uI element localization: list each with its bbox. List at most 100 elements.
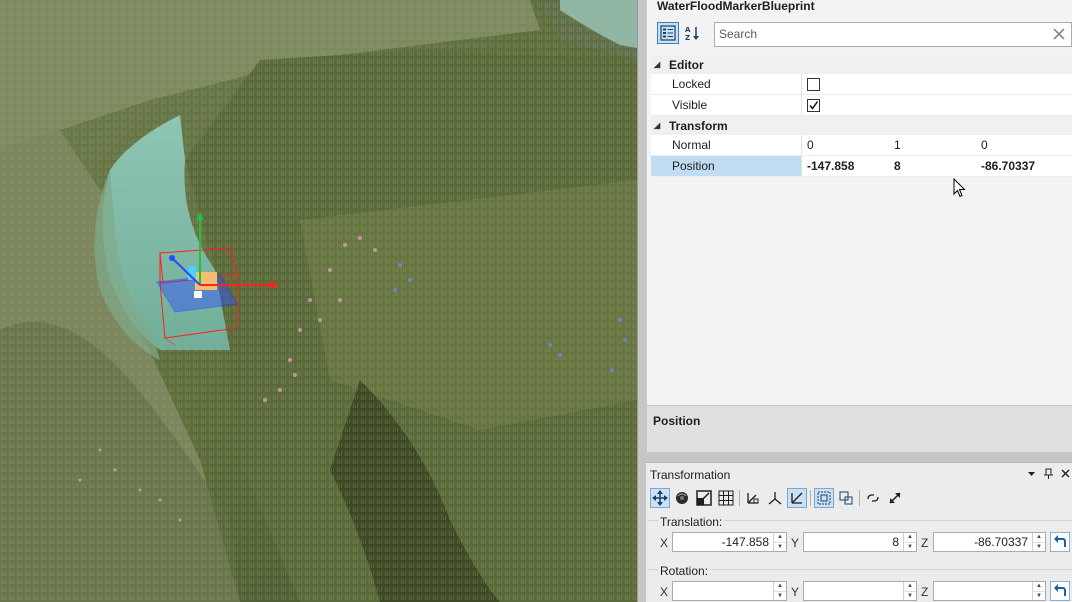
reset-translation-button[interactable]: [1050, 532, 1070, 552]
transformation-toolbar: [646, 486, 1072, 510]
y-axis-label: Y: [791, 536, 800, 550]
pivot-center-button[interactable]: [814, 488, 834, 508]
translation-label: Translation:: [658, 515, 725, 529]
view-axis-button[interactable]: [787, 488, 807, 508]
pivot-object-button[interactable]: [836, 488, 856, 508]
spin-up-icon[interactable]: ▲: [904, 582, 916, 592]
world-axis-button[interactable]: [765, 488, 785, 508]
description-title: Position: [653, 414, 701, 428]
scene-viewport[interactable]: [0, 0, 637, 602]
move-icon: [652, 490, 668, 506]
position-x-value[interactable]: -147.858: [807, 159, 894, 173]
scale-tool-button[interactable]: [694, 488, 714, 508]
rotation-y-value: [804, 582, 903, 600]
normal-y-value[interactable]: 1: [894, 138, 981, 152]
rotation-label: Rotation:: [658, 564, 711, 578]
move-tool-button[interactable]: [650, 488, 670, 508]
close-icon[interactable]: [1059, 467, 1072, 480]
rotation-x-input[interactable]: ▲ ▼: [672, 581, 787, 601]
reset-icon: [1054, 584, 1066, 596]
visible-checkbox[interactable]: [807, 98, 820, 112]
spin-down-icon[interactable]: ▼: [1033, 592, 1045, 601]
categorized-view-button[interactable]: [657, 22, 679, 44]
property-name: Position: [651, 156, 802, 176]
spin-down-icon[interactable]: ▼: [774, 543, 786, 552]
z-axis-label: Z: [921, 536, 929, 550]
translation-x-value: -147.858: [721, 535, 769, 549]
scene-render: [0, 0, 637, 602]
spin-up-icon[interactable]: ▲: [774, 582, 786, 592]
expand-icon: [889, 492, 901, 504]
rotate-tool-button[interactable]: [672, 488, 692, 508]
category-transform[interactable]: ◢ Transform: [651, 116, 1072, 135]
normal-z-value[interactable]: 0: [981, 138, 1068, 152]
link-button[interactable]: [863, 488, 883, 508]
rotation-x-value: [673, 582, 773, 600]
grid-snap-button[interactable]: [716, 488, 736, 508]
pivot-object-icon: [839, 491, 853, 505]
property-row-locked[interactable]: Locked: [651, 74, 1072, 95]
rotation-group: Rotation: X ▲ ▼ Y ▲ ▼ Z ▲ ▼: [648, 564, 1072, 602]
rotate-icon: [676, 492, 688, 504]
collapse-triangle-icon[interactable]: ◢: [651, 60, 663, 69]
clear-search-icon[interactable]: [1051, 26, 1067, 42]
rotation-z-value: [934, 582, 1032, 600]
translation-z-value: -86.70337: [973, 535, 1028, 549]
property-name: Normal: [651, 135, 802, 155]
alphabetical-sort-icon: A Z: [685, 26, 699, 41]
search-input[interactable]: [715, 23, 1035, 45]
spin-up-icon[interactable]: ▲: [774, 533, 786, 543]
reset-icon: [1054, 535, 1066, 547]
property-row-position[interactable]: Position -147.858 8 -86.70337: [651, 156, 1072, 177]
translation-x-input[interactable]: -147.858 ▲ ▼: [672, 532, 787, 552]
svg-text:A: A: [685, 26, 691, 34]
local-axis-icon: [747, 493, 759, 504]
scale-icon: [696, 490, 712, 506]
transformation-header: Transformation: [646, 463, 1072, 485]
category-editor[interactable]: ◢ Editor: [651, 55, 1072, 74]
properties-title: WaterFloodMarkerBlueprint: [657, 0, 815, 13]
translation-group: Translation: X -147.858 ▲ ▼ Y 8 ▲ ▼ Z -86.…: [648, 515, 1072, 568]
x-axis-label: X: [660, 536, 669, 550]
grid-snap-icon: [718, 490, 734, 506]
z-axis-label: Z: [921, 585, 929, 599]
spin-up-icon[interactable]: ▲: [904, 533, 916, 543]
cursor-icon: [953, 178, 966, 198]
spin-down-icon[interactable]: ▼: [774, 592, 786, 601]
svg-text:Z: Z: [685, 34, 690, 41]
collapse-triangle-icon[interactable]: ◢: [651, 121, 663, 130]
category-label: Editor: [669, 57, 704, 72]
spin-down-icon[interactable]: ▼: [904, 592, 916, 601]
search-box[interactable]: [714, 22, 1072, 47]
property-name: Locked: [651, 74, 802, 94]
property-row-normal[interactable]: Normal 0 1 0: [651, 135, 1072, 156]
expand-button[interactable]: [885, 488, 905, 508]
normal-x-value[interactable]: 0: [807, 138, 894, 152]
position-y-value[interactable]: 8: [894, 159, 981, 173]
locked-checkbox[interactable]: [807, 77, 820, 91]
reset-rotation-button[interactable]: [1050, 581, 1070, 601]
translation-z-input[interactable]: -86.70337 ▲ ▼: [933, 532, 1046, 552]
translation-y-input[interactable]: 8 ▲ ▼: [803, 532, 917, 552]
spin-up-icon[interactable]: ▲: [1033, 533, 1045, 543]
properties-toolbar: A Z: [647, 18, 1072, 50]
category-label: Transform: [669, 118, 728, 133]
transformation-panel: Transformation Translation: X -147.858 ▲…: [646, 462, 1072, 602]
spin-down-icon[interactable]: ▼: [904, 543, 916, 552]
rotation-z-input[interactable]: ▲ ▼: [933, 581, 1046, 601]
local-axis-button[interactable]: [743, 488, 763, 508]
spin-down-icon[interactable]: ▼: [1033, 543, 1045, 552]
right-dock: WaterFloodMarkerBlueprint A Z Search ◢ E…: [637, 0, 1072, 602]
alphabetical-sort-button[interactable]: A Z: [682, 22, 704, 44]
world-axis-icon: [768, 492, 782, 505]
position-z-value[interactable]: -86.70337: [981, 159, 1068, 173]
property-row-visible[interactable]: Visible: [651, 95, 1072, 116]
pin-icon[interactable]: [1042, 467, 1055, 480]
rotation-y-input[interactable]: ▲ ▼: [803, 581, 917, 601]
dropdown-icon[interactable]: [1025, 467, 1038, 480]
pivot-center-icon: [817, 491, 831, 505]
link-icon: [867, 494, 879, 502]
spin-up-icon[interactable]: ▲: [1033, 582, 1045, 592]
transformation-title: Transformation: [650, 468, 731, 482]
view-axis-icon: [791, 492, 803, 504]
